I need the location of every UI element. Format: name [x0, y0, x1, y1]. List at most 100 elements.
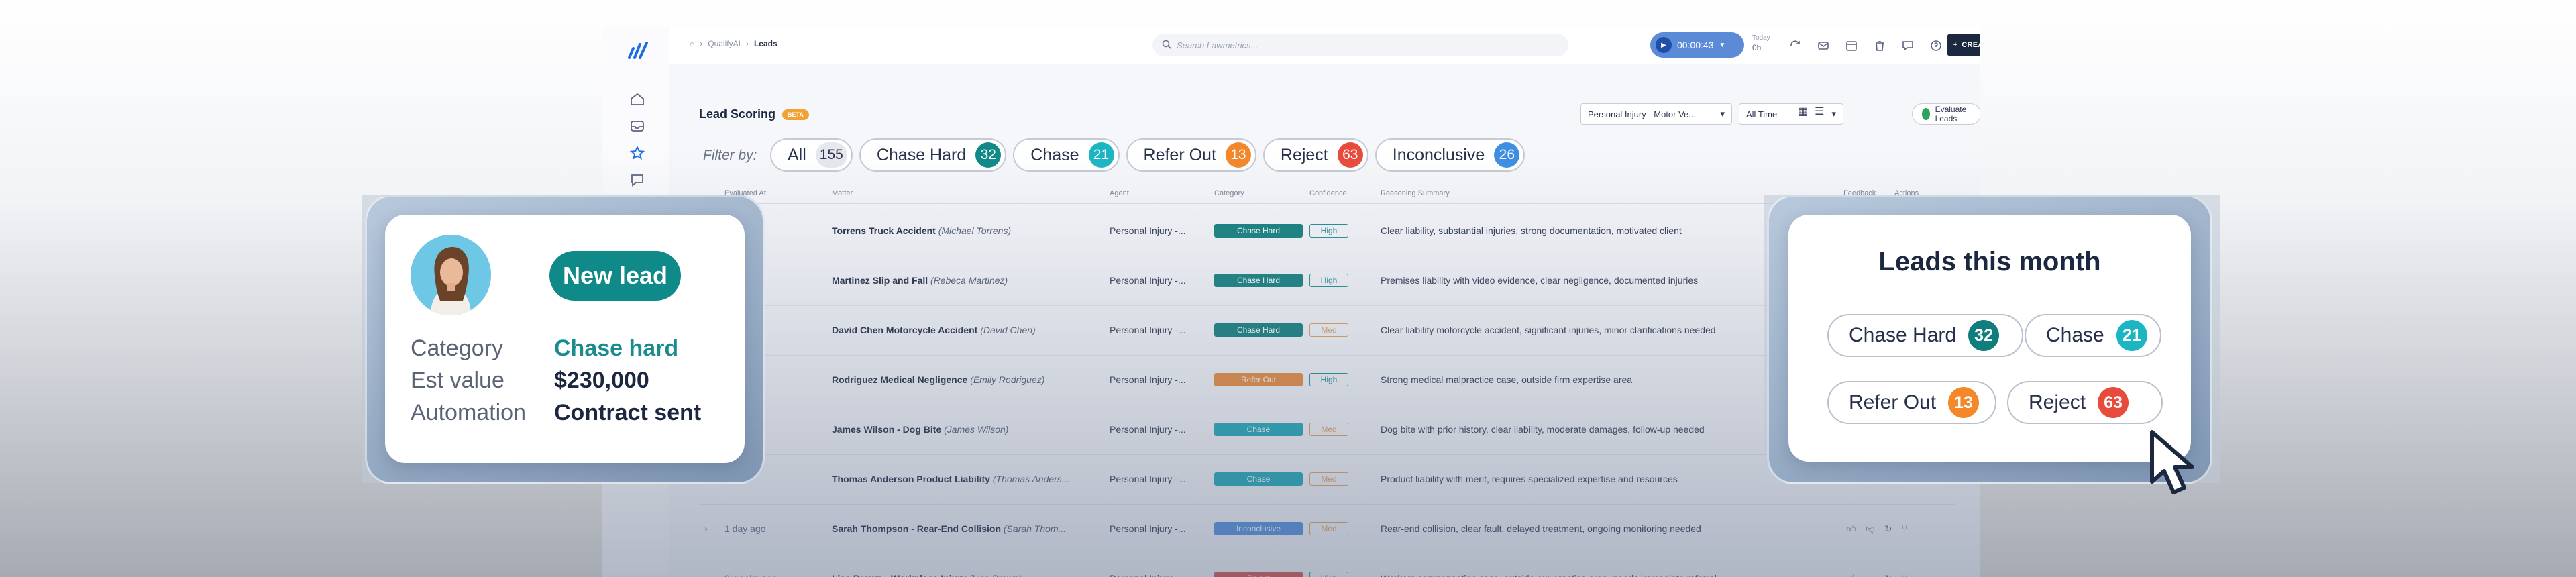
view-toggle: ▦ ☰: [1798, 105, 1824, 118]
matter-person: (Rebeca Martinez): [930, 275, 1008, 286]
filter-pill-inconclusive[interactable]: Inconclusive 26: [1375, 138, 1525, 172]
confidence-badge: High: [1309, 274, 1348, 287]
refresh-icon[interactable]: ↻: [1884, 523, 1892, 535]
matter-cell[interactable]: Lisa Brown - Workplace Injury (Lisa Brow…: [832, 573, 1022, 577]
thumbs-down-icon[interactable]: 👎︎: [1866, 523, 1875, 535]
matter-cell[interactable]: Torrens Truck Accident (Michael Torrens): [832, 225, 1011, 236]
filter-pill-label: Inconclusive: [1392, 145, 1485, 164]
table-row[interactable]: › 1 day ago Sarah Thompson - Rear-End Coll…: [698, 505, 1955, 554]
filter-pill-all[interactable]: All 155: [770, 138, 853, 172]
expand-chevron-icon[interactable]: ›: [704, 523, 708, 534]
leads-month-pill-label: Chase: [2046, 324, 2104, 346]
matter-cell[interactable]: Sarah Thompson - Rear-End Collision (Sar…: [832, 523, 1066, 534]
filter-pill-refer-out[interactable]: Refer Out 13: [1126, 138, 1256, 172]
filter-pill-reject[interactable]: Reject 63: [1263, 138, 1368, 172]
page-title: Lead Scoring BETA: [699, 107, 809, 121]
matter-type-select[interactable]: Personal Injury - Motor Ve... ▾: [1580, 103, 1732, 125]
home-icon[interactable]: [629, 91, 645, 107]
matter-name: Thomas Anderson Product Liability: [832, 474, 990, 484]
home-icon[interactable]: ⌂: [690, 39, 694, 48]
branch-icon[interactable]: ⑂: [1902, 573, 1907, 577]
breadcrumb-root[interactable]: QualifyAI: [708, 39, 741, 48]
help-icon[interactable]: [1929, 39, 1943, 52]
category-badge: Chase Hard: [1214, 224, 1303, 238]
calendar-icon[interactable]: [1845, 39, 1858, 52]
app-logo-icon[interactable]: [628, 42, 648, 62]
confidence-badge: High: [1309, 572, 1348, 577]
thumbs-up-icon[interactable]: 👍︎: [1846, 573, 1856, 577]
filter-pill-chase-hard[interactable]: Chase Hard 32: [859, 138, 1007, 172]
reasoning-summary: Clear liability, substantial injuries, s…: [1381, 225, 1682, 236]
reasoning-summary: Premises liability with video evidence, …: [1381, 275, 1699, 286]
leads-month-pill-count: 32: [1968, 320, 2000, 351]
chat-icon[interactable]: [629, 172, 645, 188]
evaluate-icon: [1922, 108, 1930, 120]
mail-icon[interactable]: [1817, 39, 1830, 52]
confidence-badge: High: [1309, 373, 1348, 386]
play-icon[interactable]: ▶: [1656, 37, 1672, 53]
confidence-badge: Med: [1309, 472, 1348, 486]
chevron-down-icon[interactable]: ▼: [1719, 42, 1726, 49]
search-placeholder: Search Lawmetrics...: [1177, 40, 1258, 50]
star-icon[interactable]: [629, 145, 645, 161]
matter-name: Sarah Thompson - Rear-End Collision: [832, 523, 1002, 534]
confidence-badge: Med: [1309, 423, 1348, 436]
refresh-icon[interactable]: ↻: [1884, 573, 1892, 577]
leads-month-pill-label: Refer Out: [1849, 391, 1937, 413]
agent-cell: Personal Injury -...: [1110, 275, 1186, 286]
inbox-icon[interactable]: [629, 118, 645, 134]
matter-cell[interactable]: James Wilson - Dog Bite (James Wilson): [832, 424, 1008, 435]
list-view-icon[interactable]: ☰: [1815, 105, 1824, 118]
trash-icon[interactable]: [1873, 39, 1886, 52]
matter-person: (Michael Torrens): [938, 225, 1012, 236]
matter-cell[interactable]: David Chen Motorcycle Accident (David Ch…: [832, 325, 1036, 335]
expand-chevron-icon[interactable]: ›: [704, 573, 708, 577]
matter-cell[interactable]: Rodriguez Medical Negligence (Emily Rodr…: [832, 374, 1044, 385]
grid-view-icon[interactable]: ▦: [1798, 105, 1808, 118]
matter-cell[interactable]: Martinez Slip and Fall (Rebeca Martinez): [832, 275, 1008, 286]
create-new-button[interactable]: + CREATE NEW: [1947, 34, 1980, 56]
category-badge: Chase: [1214, 423, 1303, 436]
confidence-badge: Med: [1309, 522, 1348, 535]
matter-person: (Emily Rodriguez): [970, 374, 1045, 385]
evaluate-leads-button[interactable]: Evaluate Leads: [1912, 103, 1980, 125]
agent-cell: Personal Injury -...: [1110, 474, 1186, 484]
message-icon[interactable]: [1901, 39, 1915, 52]
matter-cell[interactable]: Thomas Anderson Product Liability (Thoma…: [832, 474, 1069, 484]
new-lead-badge: New lead: [549, 251, 681, 301]
chevron-down-icon: ▾: [1831, 109, 1836, 119]
est-value-value: $230,000: [554, 368, 649, 393]
breadcrumb: ⌂ › QualifyAI › Leads: [690, 39, 777, 48]
time-tracker[interactable]: ▶ 00:00:43 ▼: [1650, 32, 1744, 58]
matter-person: (David Chen): [980, 325, 1036, 335]
evaluated-at: 3 weeks ago: [724, 573, 777, 577]
leads-month-pill-chase[interactable]: Chase 21: [2025, 314, 2161, 357]
reasoning-summary: Product liability with merit, requires s…: [1381, 474, 1678, 484]
leads-month-card: Leads this month Chase Hard 32 Chase 21 Refe…: [1788, 215, 2191, 462]
mouse-pointer-icon: [2145, 427, 2219, 504]
reasoning-summary: Dog bite with prior history, clear liabi…: [1381, 424, 1705, 435]
matter-name: James Wilson - Dog Bite: [832, 424, 942, 435]
thumbs-up-icon[interactable]: 👍︎: [1846, 523, 1856, 535]
leads-month-pill-chase-hard[interactable]: Chase Hard 32: [1827, 314, 2023, 357]
leads-month-pill-reject[interactable]: Reject 63: [2007, 381, 2163, 424]
filter-pill-chase[interactable]: Chase 21: [1013, 138, 1120, 172]
toolbar-icons: [1788, 39, 1943, 52]
filter-pill-label: Chase: [1030, 145, 1079, 164]
category-badge: Reject: [1214, 572, 1303, 577]
branch-icon[interactable]: ⑂: [1902, 523, 1907, 535]
table-row[interactable]: › 3 weeks ago Lisa Brown - Workplace Injur…: [698, 554, 1955, 577]
refresh-icon[interactable]: [1788, 39, 1802, 52]
leads-month-pill-refer-out[interactable]: Refer Out 13: [1827, 381, 1996, 424]
timer-value: 00:00:43: [1677, 40, 1714, 50]
filter-pill-label: Chase Hard: [876, 145, 967, 164]
time-range-select[interactable]: All Time ▾: [1739, 103, 1843, 125]
thumbs-down-icon[interactable]: 👎︎: [1866, 573, 1875, 577]
agent-cell: Personal Injury -...: [1110, 325, 1186, 335]
search-input[interactable]: Search Lawmetrics...: [1152, 34, 1568, 56]
category-label: Category: [411, 335, 503, 361]
filter-pill-label: All: [788, 145, 806, 164]
avatar: [411, 235, 491, 315]
filter-pill-count: 13: [1225, 142, 1251, 168]
category-badge: Chase Hard: [1214, 274, 1303, 287]
